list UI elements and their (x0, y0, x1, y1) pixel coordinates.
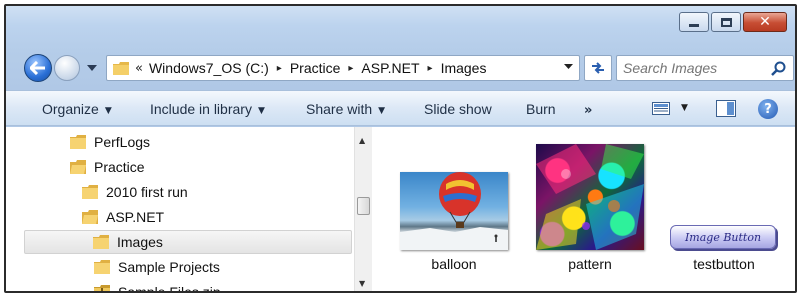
close-icon: ✕ (759, 14, 771, 30)
preview-pane-icon[interactable] (716, 100, 736, 117)
folder-open-icon (70, 160, 86, 174)
search-input[interactable] (623, 57, 763, 79)
tree-item-2010-first-run[interactable]: 2010 first run (82, 180, 188, 204)
command-bar: Organize ▼ Include in library ▼ Share with… (6, 90, 795, 126)
tree-item-practice[interactable]: Practice (70, 155, 145, 179)
zip-folder-icon (94, 285, 110, 291)
search-box[interactable] (616, 55, 794, 81)
refresh-button[interactable] (584, 55, 612, 81)
maximize-icon (720, 17, 732, 27)
file-label-testbutton[interactable]: testbutton (664, 256, 784, 272)
navigation-scrollbar[interactable]: ▲ ▼ (354, 127, 372, 291)
balloon-thumbnail[interactable] (400, 172, 508, 250)
tree-item-label: Sample Projects (118, 259, 220, 275)
share-with-label: Share with (306, 101, 373, 117)
tree-item-label: Sample Files.zip (118, 284, 221, 293)
address-bar[interactable]: « Windows7_OS (C:) ▸ Practice ▸ ASP.NET … (106, 55, 580, 81)
tree-item-images[interactable]: Images (24, 230, 352, 254)
tree-item-label: ASP.NET (106, 209, 165, 225)
include-in-library-label: Include in library (150, 101, 252, 117)
recent-pages-button[interactable] (85, 61, 99, 75)
tree-item-label: Images (117, 234, 163, 250)
navigation-bar: « Windows7_OS (C:) ▸ Practice ▸ ASP.NET … (6, 50, 795, 84)
chevron-down-icon: ▼ (104, 106, 112, 116)
tree-item-sample-projects[interactable]: Sample Projects (94, 255, 220, 279)
refresh-icon (592, 62, 604, 74)
address-dropdown-icon[interactable] (564, 64, 573, 70)
chevron-down-icon (87, 64, 97, 71)
testbutton-thumbnail[interactable]: Image Button (670, 225, 776, 249)
minimize-button[interactable] (679, 12, 709, 32)
back-button[interactable] (24, 54, 52, 82)
tree-item-label: 2010 first run (106, 184, 188, 200)
breadcrumb-drive[interactable]: Windows7_OS (C:) (149, 60, 269, 76)
tree-item-label: PerfLogs (94, 134, 151, 150)
slide-show-label: Slide show (424, 101, 492, 117)
breadcrumb-aspnet[interactable]: ASP.NET (361, 60, 419, 76)
breadcrumb-separator[interactable]: ▸ (428, 63, 433, 74)
breadcrumb-separator[interactable]: ▸ (348, 63, 353, 74)
explorer-window: ✕ « Windows7_OS (C:) ▸ Practice ▸ ASP.NE (4, 4, 797, 293)
include-in-library-menu[interactable]: Include in library ▼ (150, 101, 265, 117)
organize-label: Organize (42, 101, 99, 117)
chevron-down-icon: ▼ (378, 106, 386, 116)
slide-show-button[interactable]: Slide show (424, 101, 492, 117)
scroll-up-icon[interactable]: ▲ (359, 136, 365, 145)
views-dropdown-icon[interactable]: ▼ (681, 103, 688, 113)
breadcrumb-images[interactable]: Images (441, 60, 487, 76)
file-label-balloon[interactable]: balloon (394, 256, 514, 272)
breadcrumb-separator[interactable]: ▸ (277, 63, 282, 74)
burn-label: Burn (526, 101, 556, 117)
minimize-icon (689, 24, 699, 27)
pattern-thumbnail[interactable] (536, 144, 644, 250)
image-button-preview-text: Image Button (684, 230, 762, 244)
tree-item-sample-files-zip[interactable]: Sample Files.zip (94, 280, 221, 293)
breadcrumb-overflow[interactable]: « (135, 61, 143, 76)
folder-open-icon (82, 210, 98, 224)
more-commands-icon: » (584, 103, 593, 118)
navigation-pane: PerfLogs Practice 2010 first run ASP.NET… (6, 127, 354, 293)
abstract-pattern-image (536, 144, 644, 250)
scroll-down-icon[interactable]: ▼ (359, 279, 365, 288)
caption-buttons: ✕ (677, 12, 787, 32)
folder-icon (113, 61, 129, 75)
help-icon[interactable]: ? (758, 99, 778, 119)
close-button[interactable]: ✕ (743, 12, 787, 32)
breadcrumb-practice[interactable]: Practice (290, 60, 341, 76)
more-commands-button[interactable]: » (584, 101, 592, 118)
change-view-icon[interactable] (652, 102, 670, 115)
hot-air-balloon-image (400, 172, 508, 250)
folder-icon (70, 135, 86, 149)
tree-item-perflogs[interactable]: PerfLogs (70, 130, 150, 154)
search-icon[interactable] (771, 61, 786, 76)
share-with-menu[interactable]: Share with ▼ (306, 101, 385, 117)
forward-button[interactable] (54, 55, 80, 81)
burn-button[interactable]: Burn (526, 101, 556, 117)
folder-icon (94, 260, 110, 274)
file-label-pattern[interactable]: pattern (530, 256, 650, 272)
chevron-down-icon: ▼ (257, 106, 265, 116)
organize-menu[interactable]: Organize ▼ (42, 101, 112, 117)
tree-item-aspnet[interactable]: ASP.NET (82, 205, 164, 229)
back-arrow-icon (30, 61, 45, 75)
tree-item-label: Practice (94, 159, 145, 175)
scrollbar-thumb[interactable] (357, 197, 370, 215)
folder-icon (93, 235, 109, 249)
maximize-button[interactable] (711, 12, 741, 32)
folder-icon (82, 185, 98, 199)
